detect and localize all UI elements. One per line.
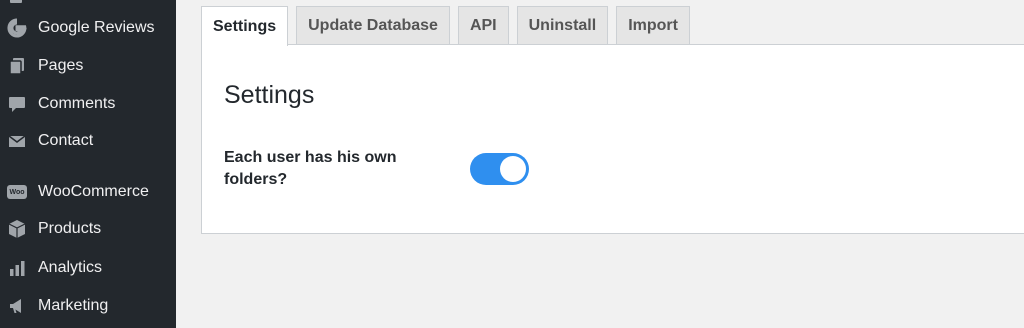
sidebar-item-marketing[interactable]: Marketing xyxy=(0,288,176,324)
sidebar-item-products[interactable]: Products xyxy=(0,211,176,247)
panel-title: Settings xyxy=(224,81,315,109)
sidebar-item-label: Products xyxy=(38,220,102,237)
sidebar-item-comments[interactable]: Comments xyxy=(0,86,176,122)
bar-chart-icon xyxy=(7,258,27,278)
sidebar-item-pages[interactable]: Pages xyxy=(0,48,176,84)
envelope-icon xyxy=(7,131,27,151)
tab-settings[interactable]: Settings xyxy=(201,6,289,46)
sidebar-item-google-reviews[interactable]: Google Reviews xyxy=(0,10,176,46)
own-folders-label: Each user has his own folders? xyxy=(224,149,397,188)
woocommerce-icon: Woo xyxy=(7,182,27,202)
sidebar-item-label: Pages xyxy=(38,57,84,74)
tab-uninstall[interactable]: Uninstall xyxy=(516,6,609,45)
box-icon xyxy=(7,219,27,239)
comments-icon xyxy=(7,94,27,114)
tab-update-database[interactable]: Update Database xyxy=(296,6,450,45)
main-content: Settings Update Database API Uninstall I… xyxy=(176,0,1024,328)
partial-menu-icon xyxy=(8,0,24,4)
tab-bar: Settings Update Database API Uninstall I… xyxy=(201,6,698,46)
sidebar-item-label: WooCommerce xyxy=(38,183,149,200)
google-icon xyxy=(7,18,27,38)
admin-sidebar: Google Reviews Pages Comments Contact Wo… xyxy=(0,0,176,328)
sidebar-item-label: Analytics xyxy=(38,259,103,276)
own-folders-toggle[interactable] xyxy=(470,153,529,185)
sidebar-item-label: Google Reviews xyxy=(38,19,155,36)
tab-import[interactable]: Import xyxy=(616,6,690,45)
megaphone-icon xyxy=(7,296,27,316)
tab-api[interactable]: API xyxy=(457,6,509,45)
sidebar-item-woocommerce[interactable]: Woo WooCommerce xyxy=(0,174,176,210)
sidebar-item-label: Marketing xyxy=(38,297,109,314)
sidebar-item-analytics[interactable]: Analytics xyxy=(0,250,176,286)
sidebar-item-label: Comments xyxy=(38,95,116,112)
sidebar-item-label: Contact xyxy=(38,132,94,149)
settings-panel: Settings Each user has his own folders? xyxy=(201,44,1024,234)
sidebar-item-contact[interactable]: Contact xyxy=(0,123,176,159)
pages-icon xyxy=(7,56,27,76)
toggle-knob xyxy=(500,156,526,182)
